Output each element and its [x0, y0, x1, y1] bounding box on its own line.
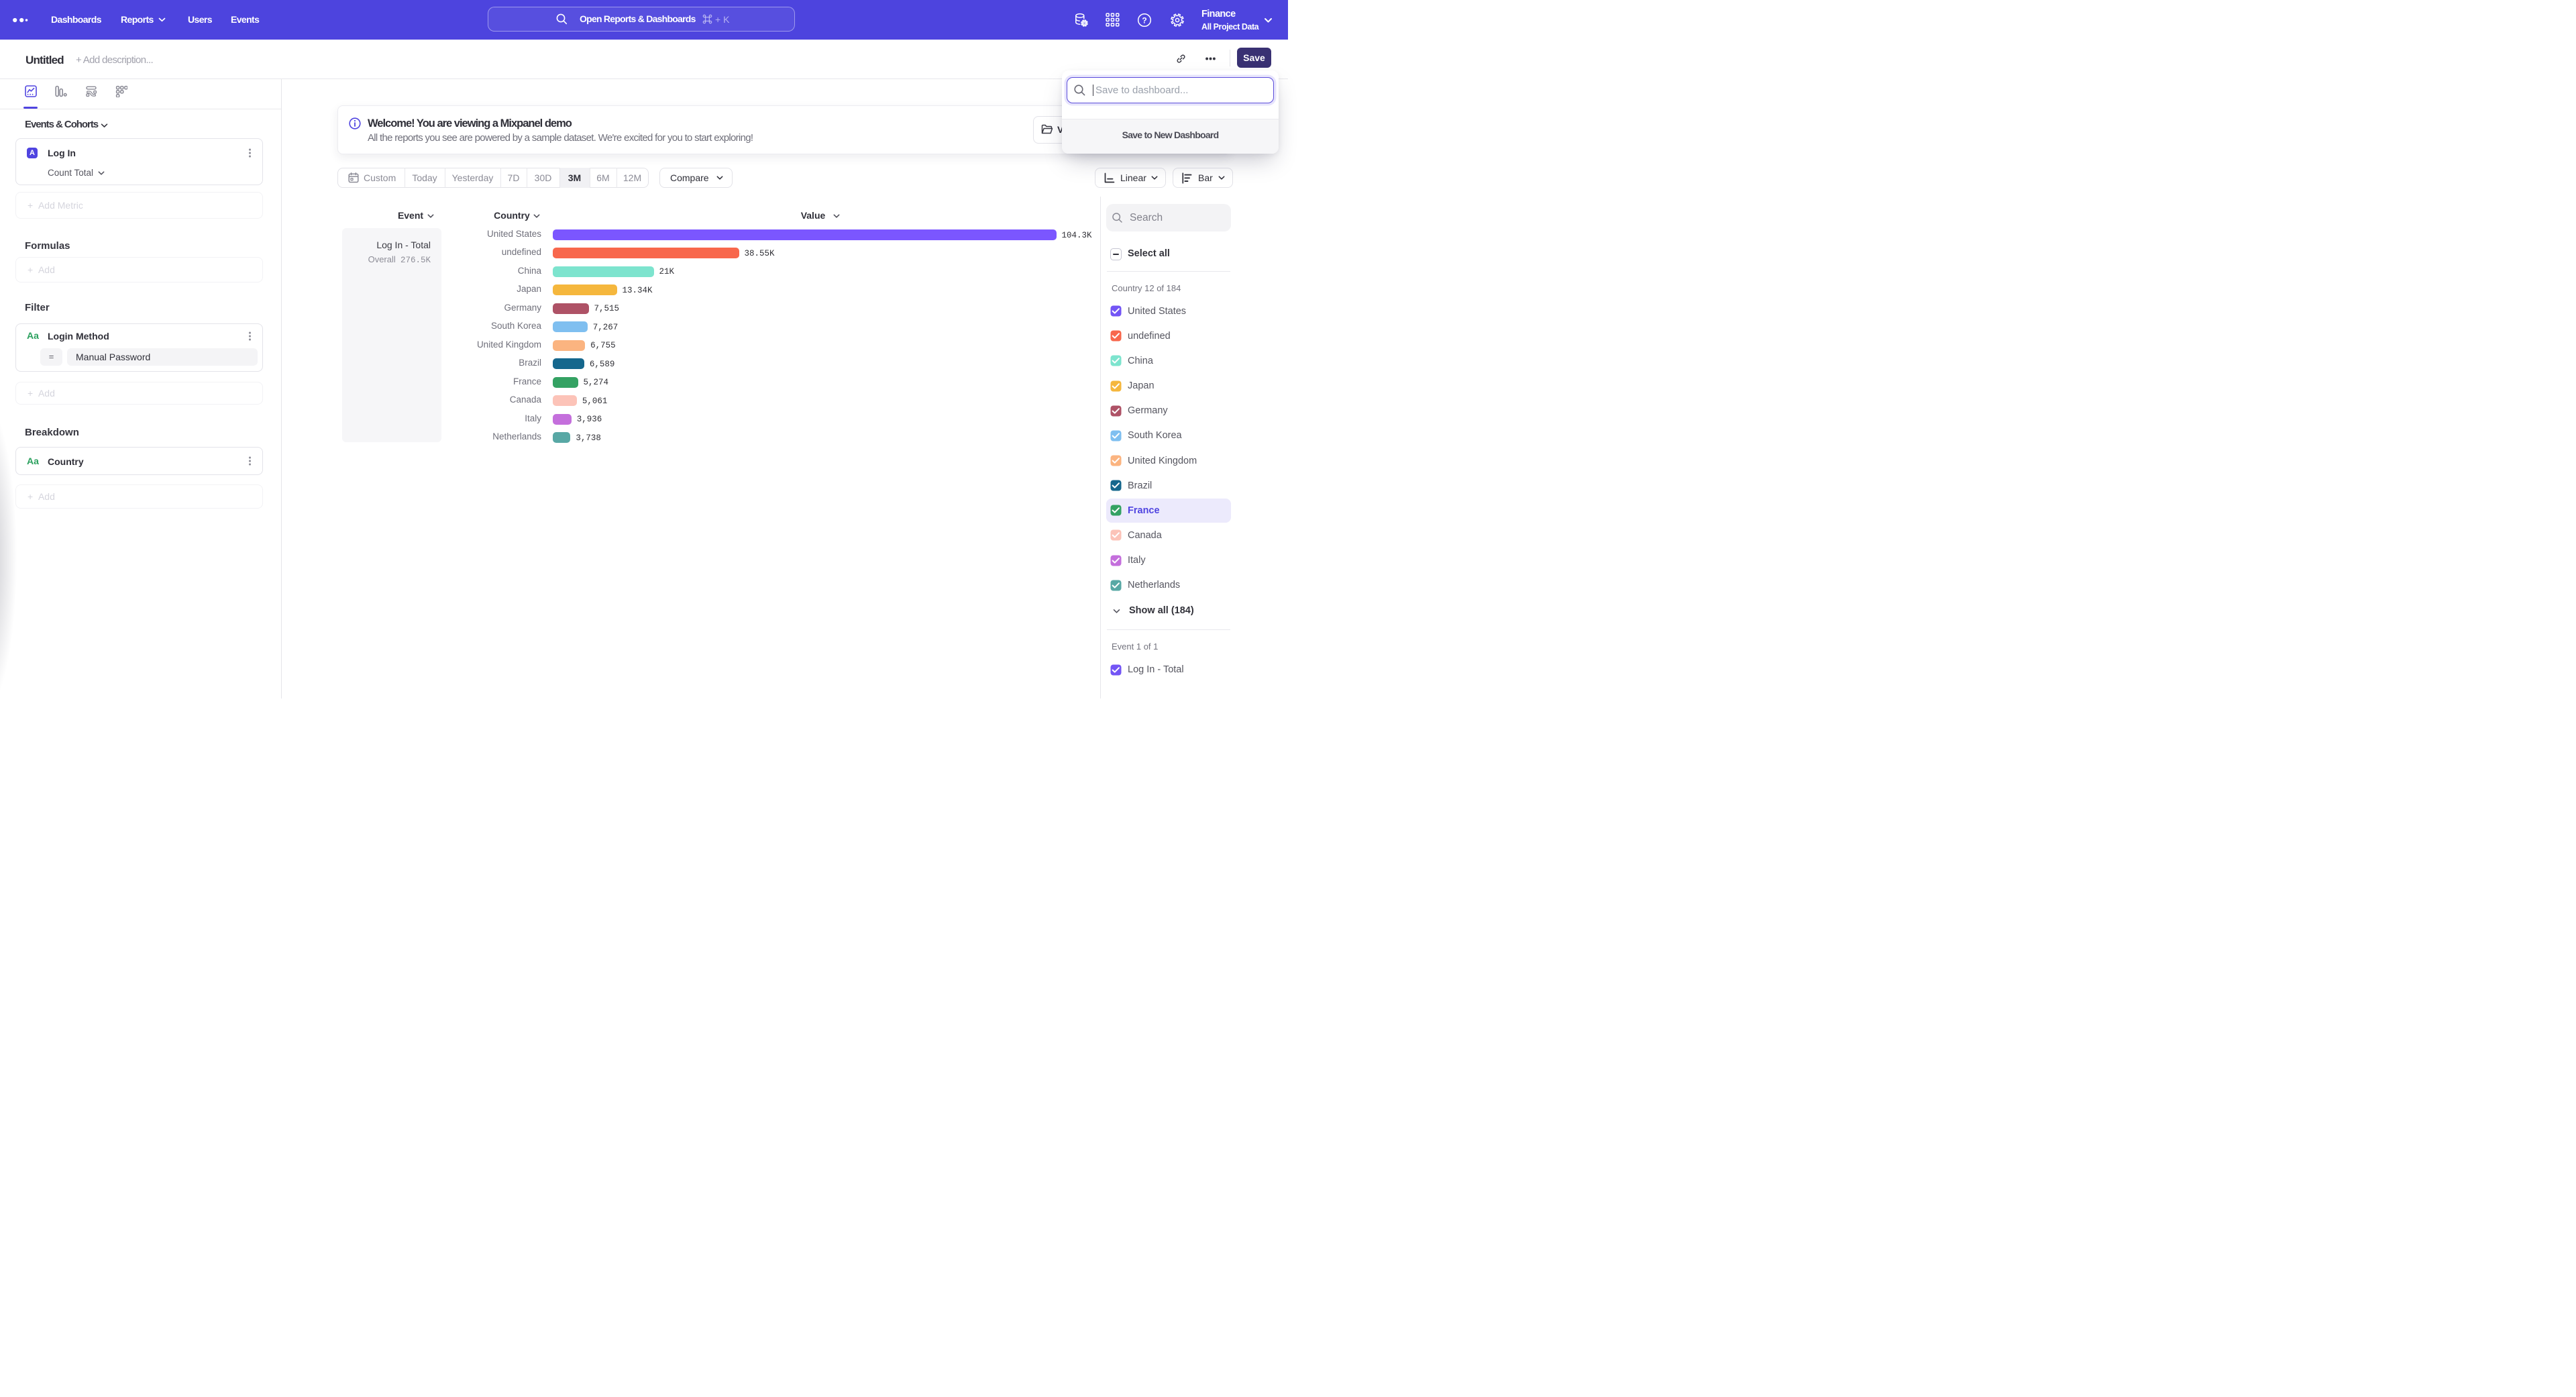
svg-text:?: ? [1142, 15, 1146, 25]
